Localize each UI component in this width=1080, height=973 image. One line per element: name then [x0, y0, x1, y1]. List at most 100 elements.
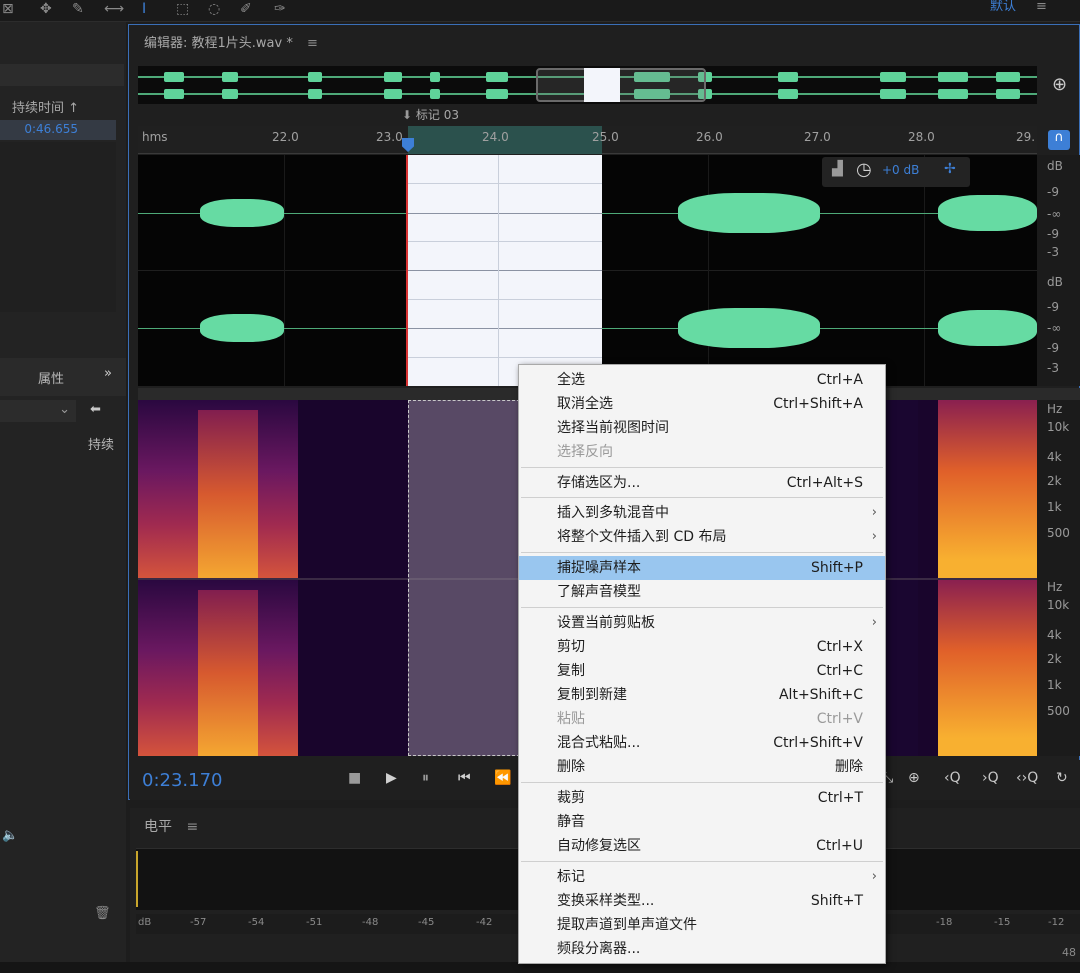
zoom-navigator-icon[interactable]: ⊕ — [908, 770, 920, 786]
toolbar: ⊠ ✥ ✎ ⟷ I ⬚ ◌ ✐ ✑ 默认 ≡ — [0, 0, 1080, 22]
marker-03[interactable]: ⬇ 标记 03 — [402, 106, 459, 123]
menu-item-paste[interactable]: 粘贴 Ctrl+V — [519, 707, 885, 731]
ruler-tick: 23.0 — [376, 130, 403, 144]
spectral-band — [938, 400, 1037, 578]
time-selection-tool-icon[interactable]: I — [142, 0, 146, 20]
db-label: -9 — [1047, 185, 1059, 199]
editor-tab[interactable]: 编辑器: 教程1片头.wav * ≡ — [144, 32, 318, 51]
zoom-full-icon[interactable]: ‹›Q — [1016, 770, 1038, 786]
spectral-band — [938, 580, 1037, 756]
panel-menu-icon[interactable]: ≡ — [307, 36, 318, 51]
arrow-left-icon[interactable]: ⬅ — [90, 402, 101, 417]
hz-label: 1k — [1047, 500, 1062, 514]
menu-item-convert-sample-type[interactable]: 变换采样类型... Shift+T — [519, 889, 885, 913]
hz-label: 500 — [1047, 526, 1070, 540]
hamburger-icon[interactable]: ≡ — [1036, 0, 1047, 14]
spectral-selection[interactable] — [408, 400, 520, 756]
pause-icon[interactable]: ⏸ — [422, 770, 429, 786]
zoom-reset-icon[interactable]: ↻ — [1056, 770, 1068, 786]
razor-tool-icon[interactable]: ✎ — [72, 0, 84, 20]
menu-item-copy-to-new[interactable]: 复制到新建 Alt+Shift+C — [519, 683, 885, 707]
menu-item-deselect-all[interactable]: 取消全选 Ctrl+Shift+A — [519, 392, 885, 416]
spot-healing-tool-icon[interactable]: ✑ — [274, 0, 286, 20]
menu-item-delete[interactable]: 删除 删除 — [519, 755, 885, 779]
menu-item-mix-paste[interactable]: 混合式粘贴... Ctrl+Shift+V — [519, 731, 885, 755]
menu-item-extract-channels[interactable]: 提取声道到单声道文件 — [519, 913, 885, 937]
menu-item-cut[interactable]: 剪切 Ctrl+X — [519, 635, 885, 659]
meter-tick: -54 — [248, 917, 265, 928]
skip-back-icon[interactable]: ⏮ — [458, 770, 471, 786]
menu-item-capture-noise-print[interactable]: 捕捉噪声样本 Shift+P — [519, 556, 885, 580]
menu-item-save-selection[interactable]: 存储选区为... Ctrl+Alt+S — [519, 471, 885, 495]
menu-item-copy[interactable]: 复制 Ctrl+C — [519, 659, 885, 683]
menu-item-set-clipboard[interactable]: 设置当前剪贴板 › — [519, 611, 885, 635]
magnet-snap-icon[interactable]: ∩ — [1048, 130, 1070, 150]
db-label: -3 — [1047, 245, 1059, 259]
hud-gain[interactable]: ▟ ◷ +0 dB ✢ — [822, 157, 970, 187]
search-field[interactable] — [0, 64, 124, 86]
hz-label: 10k — [1047, 420, 1070, 434]
hz-label: 10k — [1047, 598, 1070, 612]
menu-item-learn-sound-model[interactable]: 了解声音模型 — [519, 580, 885, 604]
menu-item-auto-heal[interactable]: 自动修复选区 Ctrl+U — [519, 834, 885, 858]
time-selection[interactable] — [408, 155, 602, 386]
rewind-icon[interactable]: ⏪ — [494, 770, 511, 786]
spectral-tool-icon[interactable]: ⊠ — [2, 0, 14, 20]
overview-blob — [778, 89, 798, 99]
menu-item-marker[interactable]: 标记 › — [519, 865, 885, 889]
workspace-selector[interactable]: 默认 — [990, 0, 1016, 14]
zoom-in-time-icon[interactable]: ‹Q — [944, 770, 961, 786]
timecode: 0:23.170 — [142, 770, 223, 791]
menu-item-silence[interactable]: 静音 — [519, 810, 885, 834]
slip-tool-icon[interactable]: ⟷ — [104, 0, 124, 20]
lasso-tool-icon[interactable]: ◌ — [208, 0, 220, 20]
brush-tool-icon[interactable]: ✐ — [240, 0, 252, 20]
menu-item-invert-selection[interactable]: 选择反向 — [519, 440, 885, 464]
pin-icon[interactable]: ✢ — [944, 161, 956, 177]
waveform-blob — [938, 195, 1037, 231]
menu-separator — [521, 607, 883, 608]
waveform-blob — [678, 193, 820, 233]
menu-item-frequency-band-splitter[interactable]: 频段分离器... — [519, 937, 885, 961]
overview-blob — [308, 89, 322, 99]
waveform-display[interactable]: ▟ ◷ +0 dB ✢ — [138, 155, 1037, 386]
meter-tick: -18 — [936, 917, 953, 928]
meter-tick: -45 — [418, 917, 435, 928]
overview-blob — [996, 89, 1020, 99]
marquee-tool-icon[interactable]: ⬚ — [176, 0, 189, 20]
zoom-out-time-icon[interactable]: ›Q — [982, 770, 999, 786]
zoom-navigator-icon[interactable]: ⊕ — [1052, 74, 1067, 95]
meter-tick: -15 — [994, 917, 1011, 928]
menu-item-crop[interactable]: 裁剪 Ctrl+T — [519, 786, 885, 810]
menu-item-select-current-view[interactable]: 选择当前视图时间 — [519, 416, 885, 440]
ruler-tick: 25.0 — [592, 130, 619, 144]
left-panel: 持续时间 ↑ 0:46.655 属性 » ⌄ ⬅ 持续 🔈 🗑 — [0, 22, 126, 973]
time-ruler[interactable]: hms 22.0 23.0 24.0 25.0 26.0 27.0 28.0 2… — [138, 126, 1037, 154]
selected-row[interactable]: 0:46.655 — [0, 120, 116, 140]
meter-tick: -51 — [306, 917, 323, 928]
stop-icon[interactable]: ■ — [348, 770, 361, 786]
play-icon[interactable]: ▶ — [386, 770, 397, 786]
db-label: -9 — [1047, 341, 1059, 355]
menu-item-insert-multitrack[interactable]: 插入到多轨混音中 › — [519, 501, 885, 525]
double-chevron-right-icon[interactable]: » — [104, 366, 112, 381]
waveform-overview[interactable] — [138, 66, 1037, 104]
chevron-down-icon: ⌄ — [59, 402, 70, 417]
speaker-icon[interactable]: 🔈 — [2, 828, 18, 843]
gain-knob-icon[interactable]: ◷ — [856, 159, 872, 180]
overview-viewport[interactable] — [536, 68, 706, 102]
ruler-tick: 27.0 — [804, 130, 831, 144]
panel-menu-icon[interactable]: ≡ — [186, 819, 198, 835]
volume-bars-icon: ▟ — [832, 161, 843, 177]
menu-item-insert-cd-layout[interactable]: 将整个文件插入到 CD 布局 › — [519, 525, 885, 549]
overview-blob — [778, 72, 798, 82]
editor-tab-title: 编辑器: 教程1片头.wav * — [144, 36, 293, 51]
move-tool-icon[interactable]: ✥ — [40, 0, 52, 20]
meter-tick: dB — [138, 917, 152, 928]
menu-item-select-all[interactable]: 全选 Ctrl+A — [519, 368, 885, 392]
trash-icon[interactable]: 🗑 — [94, 906, 111, 921]
chevron-right-icon: › — [871, 505, 877, 520]
overview-selection — [584, 68, 620, 102]
duration-header[interactable]: 持续时间 ↑ — [12, 97, 79, 116]
properties-dropdown[interactable]: ⌄ — [0, 400, 76, 422]
